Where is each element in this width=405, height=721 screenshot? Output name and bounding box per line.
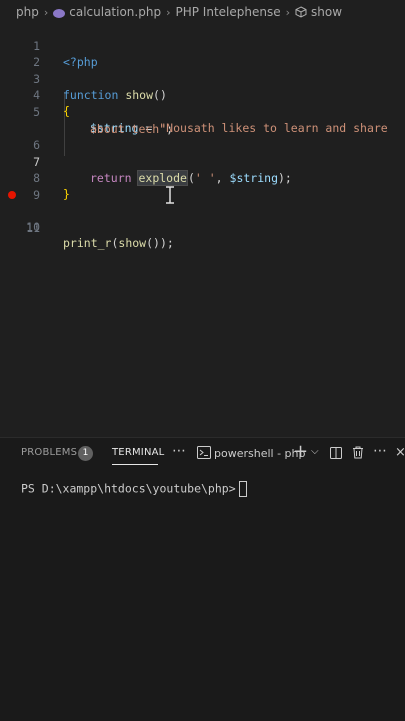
chevron-down-icon[interactable]: ⌵ <box>311 446 319 457</box>
breadcrumb-intelephense[interactable]: PHP Intelephense <box>175 5 280 19</box>
cube-icon <box>295 6 307 18</box>
panel-tabs: PROBLEMS 1 TERMINAL ⋯ powershell - php +… <box>0 438 405 468</box>
chevron-right-icon: › <box>285 5 290 19</box>
code-line-active[interactable]: 7 return explode(' ', $string); <box>0 138 405 186</box>
terminal-icon <box>197 446 211 459</box>
breadcrumb-php[interactable]: php <box>16 5 39 19</box>
terminal-cursor <box>238 481 247 497</box>
active-tab-indicator <box>112 464 158 465</box>
new-terminal-icon[interactable]: + <box>293 441 308 462</box>
ibeam-cursor-icon <box>166 186 174 204</box>
code-line[interactable]: 9 <box>0 171 405 202</box>
breakpoint-icon[interactable] <box>8 191 16 199</box>
php-file-icon <box>53 8 66 18</box>
code-line[interactable]: 11 <box>0 204 405 235</box>
chevron-right-icon: › <box>43 5 49 19</box>
code-line-wrapped[interactable]: about tech"; <box>0 105 405 136</box>
terminal-prompt: PS D:\xampp\htdocs\youtube\php> <box>21 481 236 496</box>
code-line[interactable]: 4 { <box>0 71 405 118</box>
line-number: 11 <box>26 221 40 235</box>
breadcrumb-symbol[interactable]: show <box>311 5 342 19</box>
close-icon[interactable]: × <box>395 445 405 460</box>
panel-more-icon[interactable]: ⋯ <box>373 443 387 459</box>
code-line[interactable]: 5 $string = "Nousath likes to learn and … <box>0 88 405 135</box>
bottom-panel: PROBLEMS 1 TERMINAL ⋯ powershell - php +… <box>0 437 405 721</box>
chevron-right-icon: › <box>166 5 171 19</box>
tab-terminal[interactable]: TERMINAL <box>112 447 164 458</box>
code-editor[interactable]: 1 <?php 2 3 function show() 4 { 5 $strin… <box>0 20 405 430</box>
more-actions-icon[interactable]: ⋯ <box>172 443 186 459</box>
code-line[interactable]: 8 } <box>0 154 405 201</box>
terminal-prompt-line[interactable]: PS D:\xampp\htdocs\youtube\php> <box>21 481 247 497</box>
code-line[interactable]: 6 <box>0 121 405 152</box>
problems-count-badge: 1 <box>78 446 93 461</box>
breadcrumb-file[interactable]: calculation.php <box>69 5 161 19</box>
code-line[interactable]: 2 <box>0 38 405 69</box>
terminal-profile-label[interactable]: powershell - php <box>214 447 305 460</box>
tab-problems[interactable]: PROBLEMS <box>21 447 77 458</box>
code-line[interactable]: 3 function show() <box>0 55 405 102</box>
paren: ()); <box>146 236 174 250</box>
function-call: print_r <box>63 236 112 250</box>
trash-icon[interactable] <box>352 446 364 459</box>
code-line[interactable]: 10 print_r(show()); <box>0 187 405 250</box>
code-line[interactable]: 1 <?php <box>0 22 405 69</box>
function-call: show <box>118 236 147 250</box>
split-terminal-icon[interactable] <box>330 447 342 459</box>
